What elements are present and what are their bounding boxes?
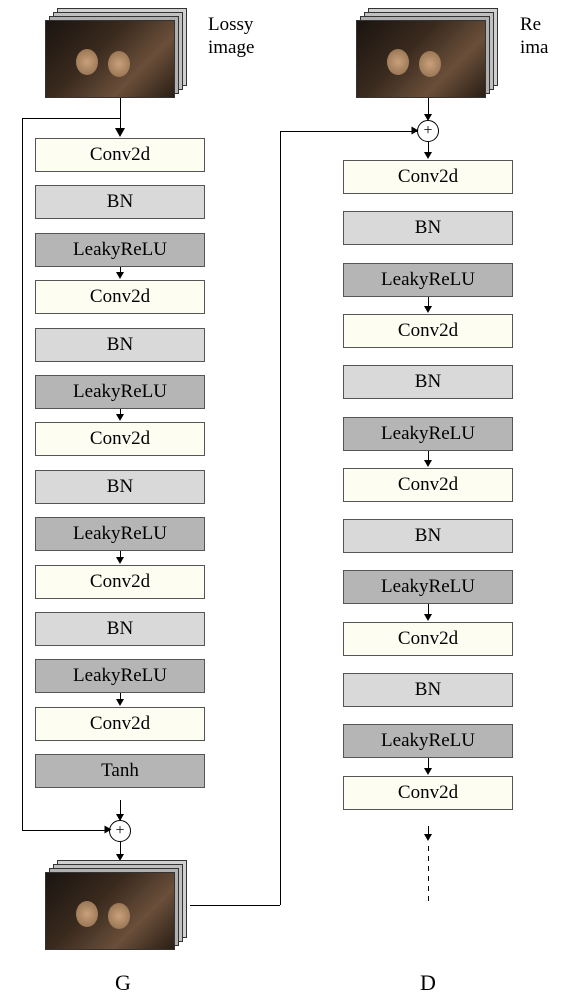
d-layer-11-leakyrelu: LeakyReLU (343, 724, 513, 758)
g-layer-5-leakyrelu: LeakyReLU (35, 375, 205, 409)
layer-label: LeakyReLU (73, 665, 167, 687)
g-layer-0-conv2d: Conv2d (35, 138, 205, 172)
layer-label: Conv2d (398, 474, 458, 496)
layer-label: BN (107, 618, 133, 640)
generator-label: G (115, 970, 131, 996)
g-layer-7-bn: BN (35, 470, 205, 504)
layer-label: Conv2d (398, 166, 458, 188)
layer-label: Conv2d (398, 782, 458, 804)
layer-label: LeakyReLU (73, 523, 167, 545)
layer-label: LeakyReLU (381, 730, 475, 752)
layer-label: Tanh (101, 760, 139, 782)
generated-image-stack (45, 860, 190, 950)
lossy-image-stack (45, 8, 190, 98)
d-layer-2-leakyrelu: LeakyReLU (343, 263, 513, 297)
diagram-canvas: Lossy image Conv2d BN LeakyReLU Conv2d BN Lea… (0, 0, 561, 1000)
layer-label: Conv2d (90, 428, 150, 450)
d-layer-5-leakyrelu: LeakyReLU (343, 417, 513, 451)
g-layer-13-tanh: Tanh (35, 754, 205, 788)
layer-label: BN (415, 679, 441, 701)
layer-label: Conv2d (90, 144, 150, 166)
skip-add-icon: + (109, 820, 131, 842)
layer-label: BN (107, 191, 133, 213)
layer-label: LeakyReLU (381, 576, 475, 598)
g-layer-11-leakyrelu: LeakyReLU (35, 659, 205, 693)
d-layer-10-bn: BN (343, 673, 513, 707)
lossy-image-label: Lossy image (208, 14, 254, 60)
reference-image-label: Re ima (520, 14, 549, 60)
g-layer-2-leakyrelu: LeakyReLU (35, 233, 205, 267)
d-layer-7-bn: BN (343, 519, 513, 553)
layer-label: Conv2d (398, 320, 458, 342)
d-layer-6-conv2d: Conv2d (343, 468, 513, 502)
layer-label: Conv2d (90, 713, 150, 735)
layer-label: BN (107, 334, 133, 356)
g-layer-6-conv2d: Conv2d (35, 422, 205, 456)
layer-label: Conv2d (90, 286, 150, 308)
d-layer-1-bn: BN (343, 211, 513, 245)
g-layer-1-bn: BN (35, 185, 205, 219)
layer-label: BN (415, 525, 441, 547)
g-layer-10-bn: BN (35, 612, 205, 646)
g-layer-4-bn: BN (35, 328, 205, 362)
g-layer-8-leakyrelu: LeakyReLU (35, 517, 205, 551)
d-layer-4-bn: BN (343, 365, 513, 399)
layer-label: LeakyReLU (381, 423, 475, 445)
layer-label: LeakyReLU (73, 239, 167, 261)
reference-image-stack (356, 8, 501, 98)
layer-label: BN (415, 371, 441, 393)
discriminator-add-icon: + (417, 120, 439, 142)
g-layer-9-conv2d: Conv2d (35, 565, 205, 599)
layer-label: LeakyReLU (381, 269, 475, 291)
g-layer-3-conv2d: Conv2d (35, 280, 205, 314)
layer-label: BN (415, 217, 441, 239)
layer-label: LeakyReLU (73, 381, 167, 403)
d-layer-12-conv2d: Conv2d (343, 776, 513, 810)
d-layer-8-leakyrelu: LeakyReLU (343, 570, 513, 604)
d-layer-3-conv2d: Conv2d (343, 314, 513, 348)
g-layer-12-conv2d: Conv2d (35, 707, 205, 741)
layer-label: Conv2d (90, 571, 150, 593)
layer-label: BN (107, 476, 133, 498)
discriminator-label: D (420, 970, 436, 996)
d-layer-9-conv2d: Conv2d (343, 622, 513, 656)
layer-label: Conv2d (398, 628, 458, 650)
d-layer-0-conv2d: Conv2d (343, 160, 513, 194)
